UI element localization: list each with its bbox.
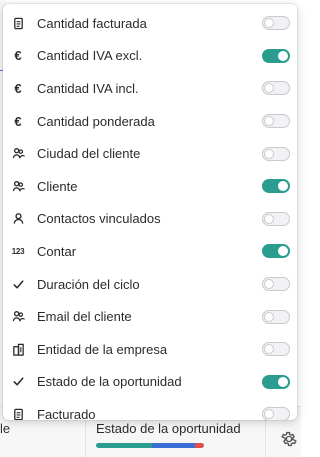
person-icon — [11, 212, 25, 226]
toggle-knob — [264, 116, 274, 127]
toggle-knob — [264, 279, 274, 290]
visibility-toggle[interactable] — [262, 342, 290, 357]
visibility-toggle[interactable] — [262, 277, 290, 292]
visibility-toggle[interactable] — [262, 407, 290, 420]
menu-item-duracion-del-ciclo[interactable]: Duración del ciclo — [3, 268, 297, 301]
menu-item-label: Cantidad IVA incl. — [37, 80, 139, 96]
menu-item-label: Entidad de la empresa — [37, 341, 168, 357]
progress-segment — [96, 443, 153, 448]
menu-item-label: Email del cliente — [37, 309, 132, 325]
check-icon — [11, 277, 25, 291]
menu-item-cliente[interactable]: Cliente — [3, 170, 297, 203]
toggle-knob — [278, 246, 288, 257]
menu-item-contar[interactable]: 123 Contar — [3, 235, 297, 268]
menu-item-cantidad-facturada[interactable]: Cantidad facturada — [3, 7, 297, 40]
visibility-toggle[interactable] — [262, 114, 290, 129]
visibility-toggle[interactable] — [262, 81, 290, 96]
gear-icon[interactable] — [280, 430, 298, 448]
contacts-icon — [11, 179, 25, 193]
invoice-icon — [11, 16, 25, 30]
toggle-knob — [264, 213, 274, 224]
toggle-knob — [264, 148, 274, 159]
euro-icon: € — [14, 80, 22, 96]
menu-item-cantidad-iva-incl[interactable]: € Cantidad IVA incl. — [3, 72, 297, 105]
visibility-toggle[interactable] — [262, 244, 290, 259]
menu-item-facturado[interactable]: Facturado — [3, 398, 297, 420]
euro-icon: € — [14, 113, 22, 129]
column-header-estado[interactable]: Estado de la oportunidad — [96, 421, 241, 436]
menu-item-label: Contactos vinculados — [37, 211, 161, 227]
visibility-toggle[interactable] — [262, 211, 290, 226]
stage-progress-bar — [96, 443, 204, 448]
toggle-knob — [264, 344, 274, 355]
visibility-toggle[interactable] — [262, 48, 290, 63]
invoice-icon — [11, 407, 25, 420]
toggle-knob — [278, 50, 288, 61]
visibility-toggle[interactable] — [262, 16, 290, 31]
progress-segment — [152, 443, 196, 448]
contacts-icon — [11, 147, 25, 161]
menu-item-label: Cliente — [37, 178, 78, 194]
menu-item-label: Contar — [37, 243, 77, 259]
toggle-knob — [278, 376, 288, 387]
menu-item-email-del-cliente[interactable]: Email del cliente — [3, 300, 297, 333]
menu-item-ciudad-del-cliente[interactable]: Ciudad del cliente — [3, 137, 297, 170]
visibility-toggle[interactable] — [262, 374, 290, 389]
toggle-knob — [264, 409, 274, 420]
toggle-knob — [264, 311, 274, 322]
column-header-fragment: le — [0, 421, 11, 436]
visibility-toggle[interactable] — [262, 309, 290, 324]
progress-segment — [195, 443, 204, 448]
menu-item-entidad-de-la-empresa[interactable]: Entidad de la empresa — [3, 333, 297, 366]
visibility-toggle[interactable] — [262, 179, 290, 194]
menu-item-label: Cantidad facturada — [37, 15, 147, 31]
menu-item-label: Facturado — [37, 406, 96, 420]
menu-item-estado-de-la-oportunidad[interactable]: Estado de la oportunidad — [3, 366, 297, 399]
menu-item-label: Cantidad ponderada — [37, 113, 155, 129]
menu-item-label: Ciudad del cliente — [37, 146, 141, 162]
menu-item-label: Duración del ciclo — [37, 276, 140, 292]
toggle-knob — [264, 18, 274, 29]
menu-item-label: Estado de la oportunidad — [37, 374, 182, 390]
column-visibility-menu: Cantidad facturada € Cantidad IVA excl. € Ca… — [3, 4, 297, 420]
euro-icon: € — [14, 48, 22, 64]
menu-item-contactos-vinculados[interactable]: Contactos vinculados — [3, 203, 297, 236]
number-icon: 123 — [11, 246, 25, 256]
menu-item-label: Cantidad IVA excl. — [37, 48, 143, 64]
toggle-knob — [264, 83, 274, 94]
check-icon — [11, 375, 25, 389]
toggle-knob — [278, 181, 288, 192]
menu-item-cantidad-iva-excl[interactable]: € Cantidad IVA excl. — [3, 40, 297, 73]
menu-item-cantidad-ponderada[interactable]: € Cantidad ponderada — [3, 105, 297, 138]
visibility-toggle[interactable] — [262, 146, 290, 161]
contacts-icon — [11, 310, 25, 324]
building-icon — [11, 342, 25, 356]
